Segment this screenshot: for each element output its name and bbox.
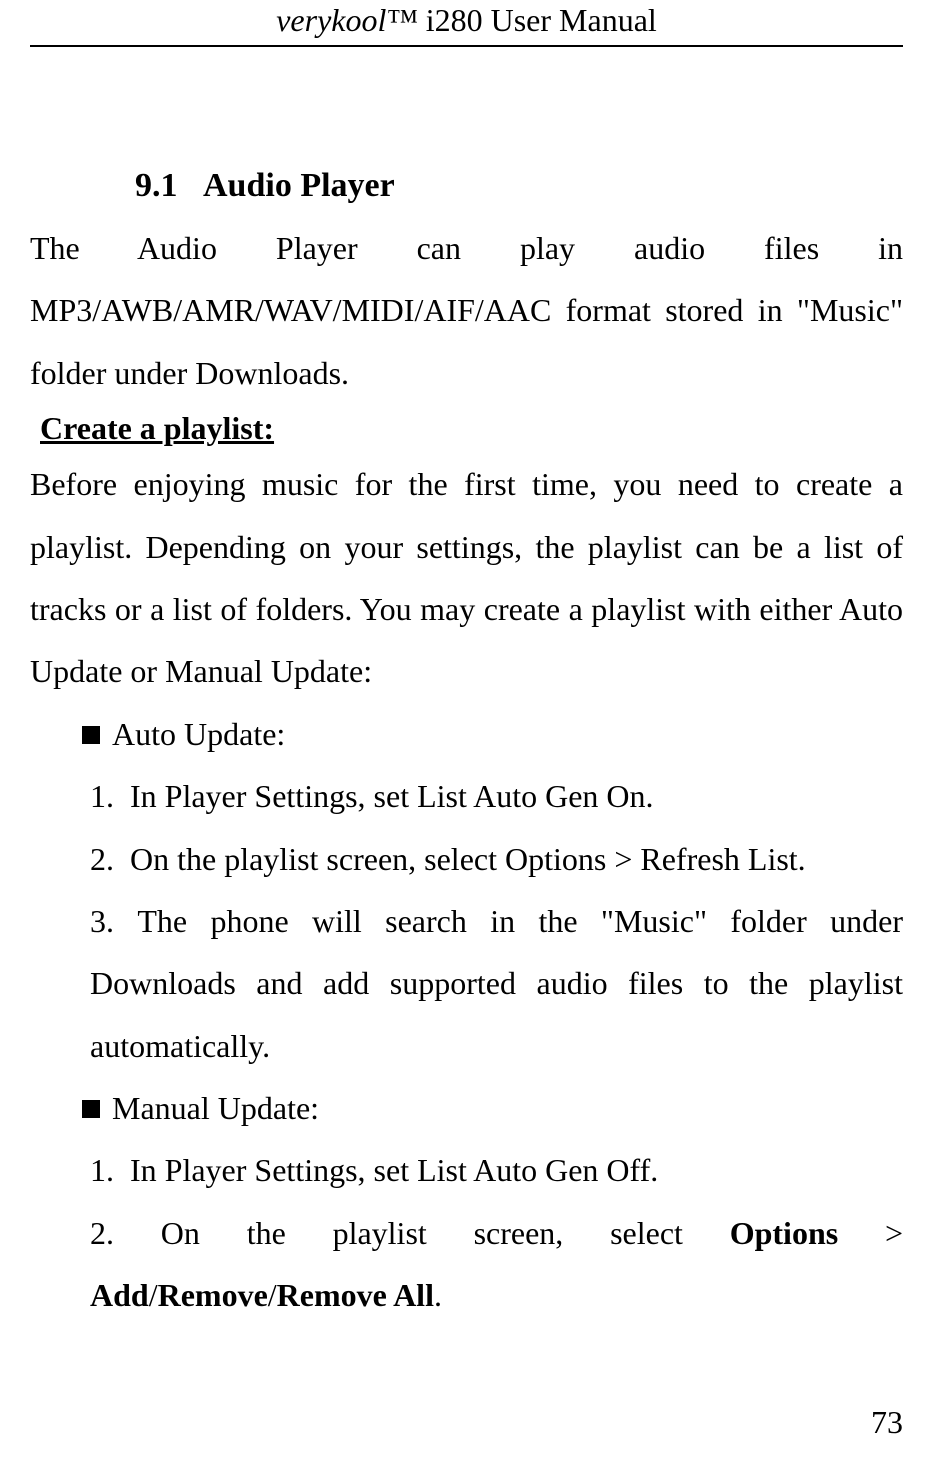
- manual-update-removeall-bold: Remove All: [277, 1277, 434, 1313]
- page-number: 73: [871, 1404, 903, 1441]
- intro-paragraph: The Audio Player can play audio files in…: [30, 217, 903, 404]
- auto-update-step1: In Player Settings, set List Auto Gen On…: [130, 778, 654, 814]
- auto-update-step2: On the playlist screen, select Options >…: [130, 841, 806, 877]
- square-bullet-icon: [82, 726, 100, 744]
- numbered-item: 1. In Player Settings, set List Auto Gen…: [90, 765, 903, 827]
- manual-update-suffix: .: [434, 1277, 442, 1313]
- bullet-manual-update: Manual Update:: [82, 1077, 903, 1139]
- manual-update-slash1: /: [149, 1277, 158, 1313]
- page-header: verykool™ i280 User Manual: [30, 0, 903, 45]
- manual-update-remove-bold: Remove: [158, 1277, 268, 1313]
- num-label: 2.: [90, 828, 114, 890]
- section-title: Audio Player: [203, 167, 395, 204]
- numbered-item: 3. The phone will search in the "Music" …: [90, 890, 903, 1077]
- bullet-auto-update: Auto Update:: [82, 703, 903, 765]
- numbered-item: 2. On the playlist screen, select Option…: [90, 1202, 903, 1327]
- num-label: 1.: [90, 1139, 114, 1201]
- manual-update-mid: >: [838, 1215, 903, 1251]
- numbered-item: 2. On the playlist screen, select Option…: [90, 828, 903, 890]
- numbered-item: 1. In Player Settings, set List Auto Gen…: [90, 1139, 903, 1201]
- manual-update-label: Manual Update:: [112, 1090, 319, 1126]
- manual-update-add-bold: Add: [90, 1277, 149, 1313]
- header-title-rest: i280 User Manual: [418, 2, 657, 38]
- square-bullet-icon: [82, 1100, 100, 1118]
- header-brand: verykool™: [276, 2, 418, 38]
- section-heading: 9.1 Audio Player: [135, 167, 903, 205]
- auto-update-step3: The phone will search in the "Music" fol…: [90, 903, 903, 1064]
- num-label: 2.: [90, 1202, 114, 1264]
- section-number: 9.1: [135, 167, 178, 204]
- auto-update-label: Auto Update:: [112, 716, 285, 752]
- manual-update-options-bold: Options: [730, 1215, 838, 1251]
- create-intro-paragraph: Before enjoying music for the first time…: [30, 453, 903, 703]
- manual-update-slash2: /: [268, 1277, 277, 1313]
- manual-update-step2-prefix: On the playlist screen, select: [161, 1215, 730, 1251]
- manual-update-step1: In Player Settings, set List Auto Gen Of…: [130, 1152, 658, 1188]
- num-label: 3.: [90, 890, 114, 952]
- header-divider: [30, 45, 903, 47]
- subheading-create-playlist: Create a playlist:: [40, 410, 903, 447]
- num-label: 1.: [90, 765, 114, 827]
